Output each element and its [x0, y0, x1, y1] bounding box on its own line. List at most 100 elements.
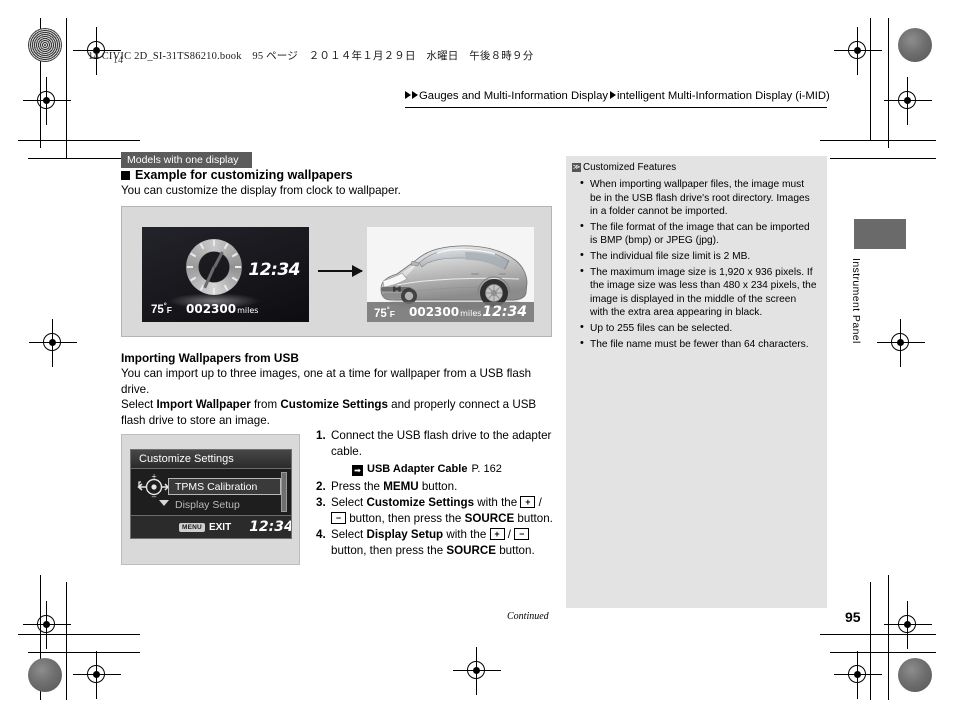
- step-1: 1. Connect the USB flash drive to the ad…: [316, 428, 554, 460]
- svg-text:−: −: [151, 493, 157, 501]
- double-chevron-icon: ≫: [572, 163, 581, 172]
- crop-line: [40, 18, 41, 148]
- text-fragment: Select: [331, 528, 367, 542]
- arrow-right-icon: [318, 265, 363, 277]
- step-text: Select Display Setup with the + / − butt…: [331, 527, 554, 559]
- menu-item-display-setup[interactable]: Display Setup: [175, 499, 240, 511]
- registration-mark: [453, 647, 501, 695]
- halftone-dot: [28, 28, 62, 62]
- menu-clock-time: 12:34: [249, 519, 292, 535]
- minus-key-icon: −: [514, 528, 530, 541]
- jump-arrow-icon: ➡: [352, 465, 363, 477]
- text-fragment: with the: [443, 528, 490, 542]
- notes-title-label: Customized Features: [583, 162, 677, 173]
- crop-line: [820, 140, 936, 141]
- text-fragment: /: [535, 495, 542, 509]
- step-2: 2. Press the MEMU button.: [316, 479, 554, 495]
- menu-footer-bar: MENU EXIT 12:34: [131, 515, 291, 538]
- text-fragment: button.: [514, 512, 553, 526]
- source-button-term: SOURCE: [464, 512, 515, 526]
- crop-line: [18, 140, 140, 141]
- triangle-right-icon: [405, 91, 411, 99]
- square-bullet-icon: [121, 170, 130, 180]
- crop-line: [888, 18, 889, 148]
- text-fragment: from: [250, 398, 281, 411]
- source-button-term: SOURCE: [446, 544, 496, 558]
- wallpaper-example-figure: 12:34 75°F 002300miles 75°F 002300miles …: [121, 206, 552, 337]
- crop-line: [870, 18, 871, 140]
- step-text: Connect the USB flash drive to the adapt…: [331, 429, 552, 459]
- crop-line: [66, 582, 67, 700]
- imid-status-bar-overlay: 75°F 002300miles 12:34: [367, 302, 534, 322]
- intro-paragraph: You can customize the display from clock…: [121, 184, 401, 197]
- crop-line: [870, 582, 871, 700]
- plus-key-icon: +: [520, 495, 536, 508]
- registration-mark: [884, 601, 932, 649]
- note-item: Up to 255 files can be selected.: [580, 321, 817, 336]
- triangle-right-icon: [610, 91, 616, 99]
- text-fragment: with the: [474, 495, 521, 509]
- scrollbar[interactable]: [281, 472, 287, 512]
- customize-settings-term: Customize Settings: [280, 398, 388, 411]
- section-heading-label: Example for customizing wallpapers: [135, 168, 353, 182]
- text-fragment: button, then press the: [346, 512, 465, 526]
- import-wallpaper-term: Import Wallpaper: [156, 398, 251, 411]
- note-item: The individual file size limit is 2 MB.: [580, 249, 817, 264]
- chapter-thumb-tab: [854, 219, 906, 249]
- continued-label: Continued: [507, 611, 549, 622]
- registration-mark: [23, 601, 71, 649]
- crop-line: [830, 652, 936, 653]
- registration-mark: [877, 319, 925, 367]
- text-fragment: Press the: [331, 479, 384, 493]
- odometer-reading: 002300miles: [409, 305, 482, 319]
- imid-menu-screen: Customize Settings + − TPMS Calibration …: [130, 449, 292, 539]
- breadcrumb-item-gauges[interactable]: Gauges and Multi-Information Display: [419, 90, 608, 102]
- plus-key-icon: +: [489, 528, 505, 541]
- crop-line: [888, 575, 889, 700]
- text-fragment: button, then press the: [331, 544, 447, 558]
- cross-reference-usb-adapter-cable[interactable]: ➡ USB Adapter Cable P. 162: [352, 461, 554, 477]
- customized-features-panel: ≫ Customized Features When importing wal…: [566, 156, 827, 608]
- numbered-steps-list: 1. Connect the USB flash drive to the ad…: [316, 428, 554, 560]
- text-fragment: Select: [331, 495, 367, 509]
- text-fragment: button.: [495, 544, 535, 558]
- crop-line: [18, 634, 140, 635]
- step-number: 2.: [316, 479, 326, 493]
- minus-key-icon: −: [331, 512, 346, 525]
- step-text: Select Customize Settings with the + / −…: [331, 495, 554, 527]
- customize-settings-figure: Customize Settings + − TPMS Calibration …: [121, 434, 300, 565]
- halftone-dot: [898, 658, 932, 692]
- clock-digital-time: 12:34: [248, 260, 300, 280]
- outside-temperature: 75°F: [374, 304, 395, 320]
- triangle-right-icon: [412, 91, 418, 99]
- section-heading: Example for customizing wallpapers: [121, 168, 353, 182]
- breadcrumb: Gauges and Multi-Information Display int…: [405, 90, 830, 108]
- step-number: 4.: [316, 528, 326, 542]
- imid-clock-display: 12:34 75°F 002300miles: [142, 227, 309, 322]
- menu-item-list: + − TPMS Calibration Display Setup: [131, 470, 291, 516]
- note-item: The maximum image size is 1,920 x 936 pi…: [580, 265, 817, 320]
- halftone-dot: [28, 658, 62, 692]
- crop-line: [830, 158, 936, 159]
- step-number: 1.: [316, 429, 326, 442]
- halftone-dot: [898, 28, 932, 62]
- svg-text:+: +: [151, 473, 157, 481]
- step-number: 3.: [316, 495, 326, 509]
- select-paragraph: Select Import Wallpaper from Customize S…: [121, 397, 546, 428]
- print-imprint-line: 14 CIVIC 2D_SI-31TS86210.book 95 ページ ２０１…: [88, 51, 534, 62]
- menu-item-tpms-calibration[interactable]: TPMS Calibration: [168, 478, 281, 495]
- reference-page: P. 162: [471, 463, 502, 476]
- exit-label[interactable]: EXIT: [209, 522, 231, 533]
- text-fragment: button.: [418, 479, 458, 493]
- registration-mark: [884, 77, 932, 125]
- imid-wallpaper-display: 75°F 002300miles 12:34: [367, 227, 534, 322]
- notes-panel-title: ≫ Customized Features: [572, 162, 817, 173]
- display-setup-term: Display Setup: [366, 528, 444, 542]
- menu-button-chip: MENU: [179, 522, 205, 532]
- breadcrumb-item-imid[interactable]: intelligent Multi-Information Display (i…: [617, 90, 830, 102]
- odometer-reading: 002300miles: [186, 302, 259, 316]
- menu-screen-title: Customize Settings: [131, 450, 291, 469]
- step-text: Press the MEMU button.: [331, 479, 554, 495]
- chapter-tab-label: Instrument Panel: [850, 258, 862, 344]
- crop-line: [66, 18, 67, 140]
